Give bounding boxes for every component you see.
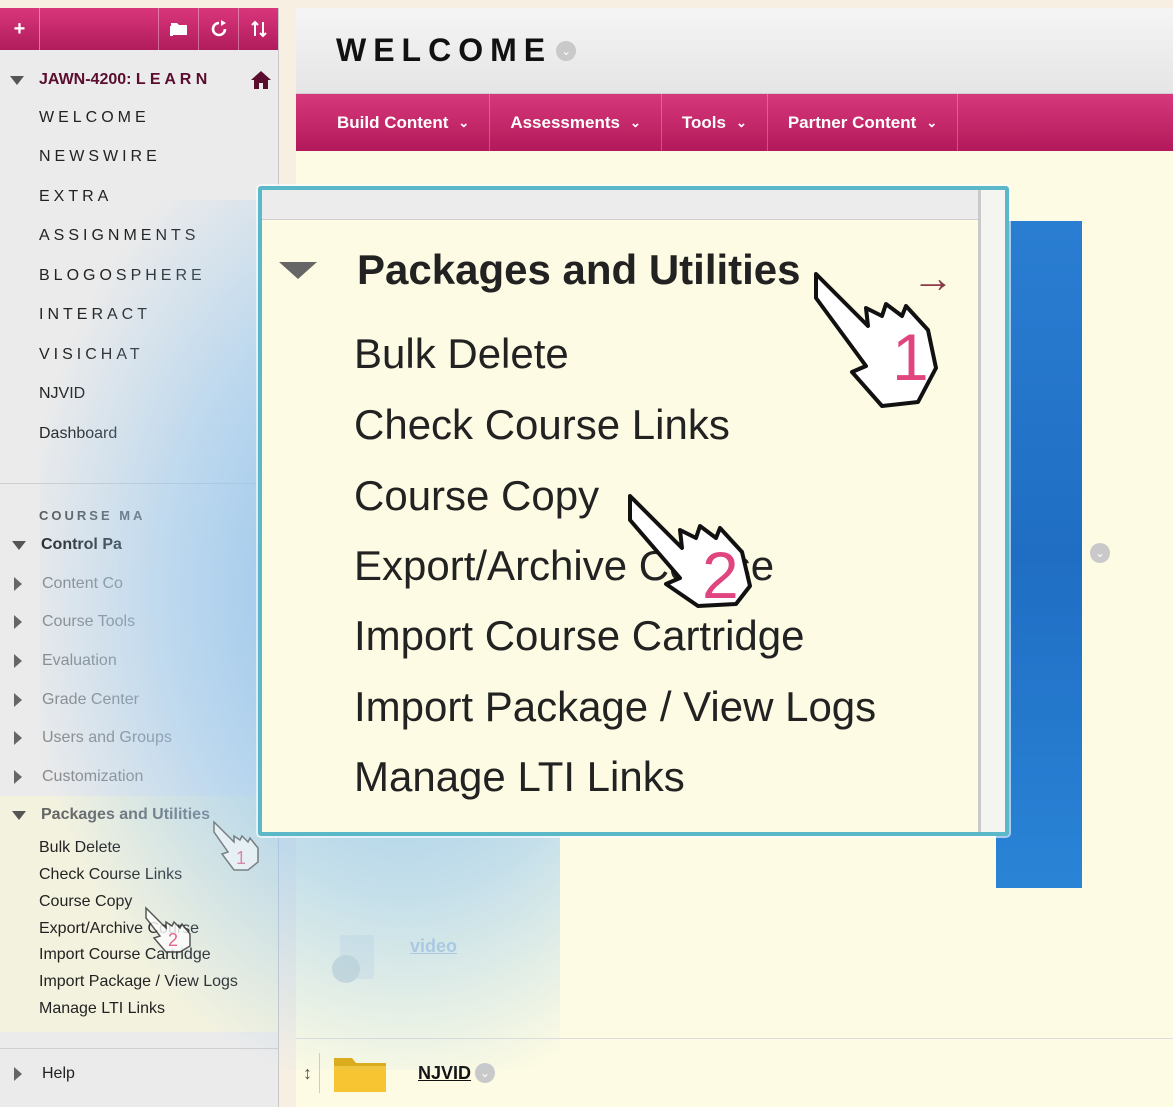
- packages-utilities-label: Packages and Utilities: [41, 806, 210, 824]
- help-label: Help: [42, 1064, 75, 1082]
- action-bar: Build Content ⌄ Assessments ⌄ Tools ⌄ Partn…: [296, 94, 1173, 151]
- chevron-down-icon: ⌄: [735, 114, 747, 130]
- video-link[interactable]: video: [410, 936, 457, 957]
- course-link-extra[interactable]: EXTRA: [0, 177, 278, 217]
- zoom-callout: Packages and Utilities → Bulk Delete Che…: [258, 186, 1009, 836]
- step-1-label-small: 1: [236, 848, 246, 868]
- reorder-button[interactable]: [238, 8, 278, 50]
- callout-check-course-links[interactable]: Check Course Links: [354, 401, 730, 449]
- cp-row-course-tools[interactable]: Course Tools: [0, 603, 278, 642]
- control-panel-label: Control Pa: [41, 536, 122, 554]
- link-manage-lti[interactable]: Manage LTI Links: [0, 996, 278, 1023]
- expand-triangle-icon: [14, 654, 22, 669]
- sort-icon: [250, 20, 267, 38]
- njvid-link[interactable]: NJVID: [418, 1063, 471, 1084]
- course-link-dashboard[interactable]: Dashboard: [0, 414, 278, 454]
- course-link-assignments[interactable]: ASSIGNMENTS: [0, 217, 278, 257]
- chevron-down-icon: ⌄: [926, 114, 938, 130]
- refresh-button[interactable]: [198, 8, 238, 50]
- expand-triangle-icon: [14, 731, 22, 746]
- page-title: WELCOME: [336, 32, 553, 68]
- home-icon[interactable]: [250, 70, 272, 90]
- callout-manage-lti[interactable]: Manage LTI Links: [354, 753, 685, 801]
- build-content-button[interactable]: Build Content ⌄: [317, 94, 491, 151]
- cp-row-users-groups[interactable]: Users and Groups: [0, 719, 278, 758]
- collapse-triangle-icon: [12, 810, 26, 820]
- cp-row-customization[interactable]: Customization: [0, 758, 278, 797]
- hand-pointer-icon: 1: [814, 272, 938, 408]
- control-panel-header[interactable]: Control Pa: [0, 526, 278, 565]
- callout-scrollbar[interactable]: [978, 190, 1005, 832]
- cp-row-label: Evaluation: [42, 652, 117, 670]
- folder-icon: [169, 23, 187, 36]
- callout-bulk-delete[interactable]: Bulk Delete: [354, 330, 569, 378]
- refresh-icon: [211, 20, 226, 37]
- hand-pointer-icon: 2: [628, 494, 752, 610]
- tools-button[interactable]: Tools ⌄: [662, 94, 768, 151]
- item-options-icon[interactable]: ⌄: [1090, 543, 1110, 563]
- chevron-down-icon: ⌄: [629, 114, 641, 130]
- chevron-down-icon: ⌄: [458, 114, 470, 130]
- assessments-label: Assessments: [510, 112, 620, 132]
- collapse-triangle-icon: [12, 540, 26, 550]
- course-title-row[interactable]: JAWN-4200: L E A R N: [0, 62, 278, 98]
- collapse-triangle-icon: [10, 75, 24, 85]
- callout-course-copy[interactable]: Course Copy: [354, 472, 599, 520]
- njvid-item: ↕ NJVID ⌄: [296, 1038, 1173, 1107]
- cp-row-grade-center[interactable]: Grade Center: [0, 680, 278, 719]
- step-1-label: 1: [892, 320, 929, 394]
- callout-title: Packages and Utilities: [357, 246, 801, 293]
- video-item: video: [326, 933, 457, 987]
- cp-row-label: Content Co: [42, 574, 123, 592]
- callout-import-cartridge[interactable]: Import Course Cartridge: [354, 612, 805, 660]
- link-import-package[interactable]: Import Package / View Logs: [0, 969, 278, 996]
- expand-triangle-icon: [14, 692, 22, 707]
- expand-triangle-icon: [14, 769, 22, 784]
- course-link-visichat[interactable]: VISICHAT: [0, 335, 278, 375]
- collapse-triangle-icon: [279, 261, 317, 279]
- expand-triangle-icon: [14, 1066, 22, 1081]
- course-link-welcome[interactable]: WELCOME: [0, 98, 278, 138]
- callout-header[interactable]: Packages and Utilities: [279, 246, 801, 294]
- course-link-interact[interactable]: INTERACT: [0, 296, 278, 336]
- globe-document-icon: [332, 935, 374, 983]
- build-content-label: Build Content: [337, 112, 449, 132]
- course-link-njvid[interactable]: NJVID: [0, 375, 278, 415]
- cp-row-evaluation[interactable]: Evaluation: [0, 642, 278, 681]
- item-options-icon[interactable]: ⌄: [475, 1063, 496, 1083]
- course-link-newswire[interactable]: NEWSWIRE: [0, 138, 278, 178]
- callout-import-package[interactable]: Import Package / View Logs: [354, 683, 876, 731]
- cp-row-label: Grade Center: [42, 690, 139, 708]
- expand-triangle-icon: [14, 615, 22, 630]
- cp-row-label: Course Tools: [42, 613, 136, 631]
- course-title: JAWN-4200: L E A R N: [39, 71, 208, 88]
- assessments-button[interactable]: Assessments ⌄: [490, 94, 662, 151]
- step-2-label: 2: [702, 538, 739, 610]
- course-management-label: COURSE MA: [39, 507, 146, 523]
- folder-view-button[interactable]: [158, 8, 198, 50]
- callout-top-bar: [262, 190, 1005, 220]
- step-2-label-small: 2: [168, 930, 178, 950]
- cp-row-label: Users and Groups: [42, 729, 172, 747]
- title-options-icon[interactable]: ⌄: [556, 40, 577, 61]
- cp-row-content-collection[interactable]: Content Co: [0, 565, 278, 604]
- page-header: WELCOME ⌄: [296, 8, 1173, 94]
- cp-row-label: Customization: [42, 767, 144, 785]
- expand-triangle-icon: [14, 576, 22, 591]
- help-row[interactable]: Help: [0, 1048, 278, 1098]
- add-menu-item-button[interactable]: +: [0, 8, 40, 50]
- partner-content-label: Partner Content: [787, 112, 917, 132]
- partner-content-button[interactable]: Partner Content ⌄: [768, 94, 959, 151]
- course-link-blogosphere[interactable]: BLOGOSPHERE: [0, 256, 278, 296]
- folder-icon: [334, 1058, 386, 1092]
- drag-handle[interactable]: ↕: [296, 1053, 320, 1093]
- course-menu-toolbar: +: [0, 8, 278, 50]
- tools-label: Tools: [681, 112, 726, 132]
- hand-pointer-icon: 2: [145, 906, 191, 953]
- course-links-section: JAWN-4200: L E A R N WELCOME NEWSWIRE EX…: [0, 50, 278, 454]
